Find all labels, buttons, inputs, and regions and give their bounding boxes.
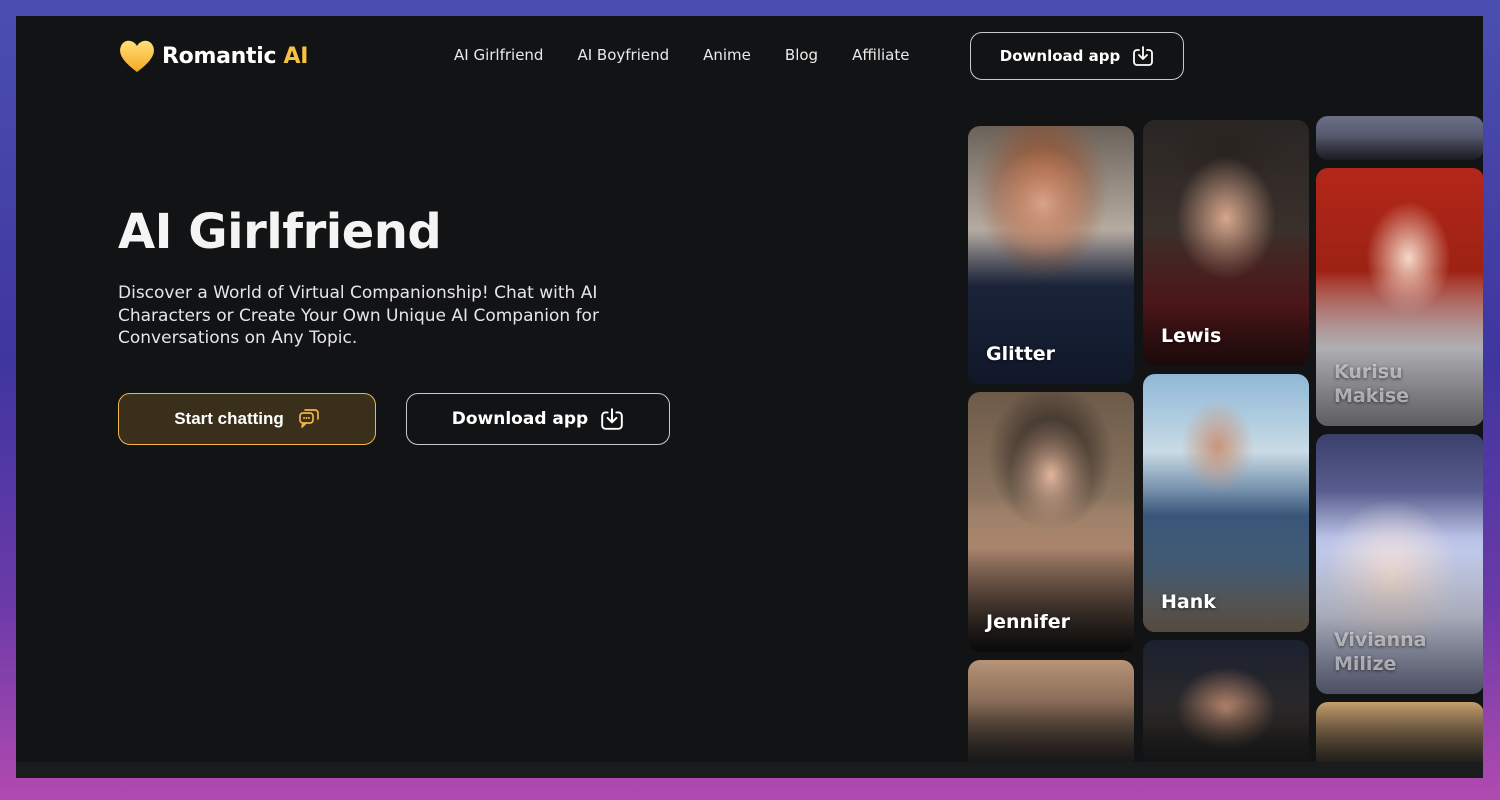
character-card-vivianna-milize[interactable]: Vivianna Milize <box>1316 434 1483 694</box>
character-card-jennifer[interactable]: Jennifer <box>968 392 1134 652</box>
header-download-app-button[interactable]: Download app <box>970 32 1184 80</box>
character-card-partial[interactable] <box>1316 116 1483 160</box>
character-card-lewis[interactable]: Lewis <box>1143 120 1309 366</box>
brand-name-accent: AI <box>283 43 309 69</box>
hero-download-app-button[interactable]: Download app <box>406 393 670 445</box>
character-name: Jennifer <box>986 611 1071 633</box>
bottom-strip <box>16 762 1483 778</box>
character-name: Lewis <box>1161 325 1222 347</box>
character-name: Glitter <box>986 343 1056 365</box>
character-name: Kurisu Makise <box>1334 361 1410 407</box>
download-icon <box>601 408 624 430</box>
brand-name: Romantic AI <box>162 44 308 69</box>
header-download-label: Download app <box>999 47 1121 65</box>
download-icon <box>1133 46 1154 66</box>
character-card-partial[interactable] <box>1143 640 1309 778</box>
brand-name-main: Romantic <box>162 43 284 69</box>
character-card-partial[interactable] <box>968 660 1134 778</box>
nav-item-ai-girlfriend[interactable]: AI Girlfriend <box>454 46 543 64</box>
hero-download-label: Download app <box>451 409 589 429</box>
nav-item-anime[interactable]: Anime <box>703 46 751 64</box>
hero-title: AI Girlfriend <box>118 204 442 260</box>
nav-item-ai-boyfriend[interactable]: AI Boyfriend <box>577 46 669 64</box>
start-chatting-button[interactable]: Start chatting <box>118 393 376 445</box>
character-name: Vivianna Milize <box>1334 629 1427 675</box>
character-card-hank[interactable]: Hank <box>1143 374 1309 632</box>
main-nav: AI Girlfriend AI Boyfriend Anime Blog Af… <box>454 46 909 64</box>
start-chatting-label: Start chatting <box>174 409 284 428</box>
character-card-kurisu-makise[interactable]: Kurisu Makise <box>1316 168 1483 426</box>
nav-item-affiliate[interactable]: Affiliate <box>852 46 909 64</box>
page-frame: Romantic AI AI Girlfriend AI Boyfriend A… <box>16 16 1483 778</box>
brand-logo[interactable]: Romantic AI <box>118 38 308 74</box>
chat-icon <box>298 409 319 428</box>
nav-item-blog[interactable]: Blog <box>785 46 818 64</box>
heart-icon <box>120 40 154 72</box>
character-card-glitter[interactable]: Glitter <box>968 126 1134 384</box>
hero-description: Discover a World of Virtual Companionshi… <box>118 283 599 348</box>
character-name: Hank <box>1161 591 1216 613</box>
